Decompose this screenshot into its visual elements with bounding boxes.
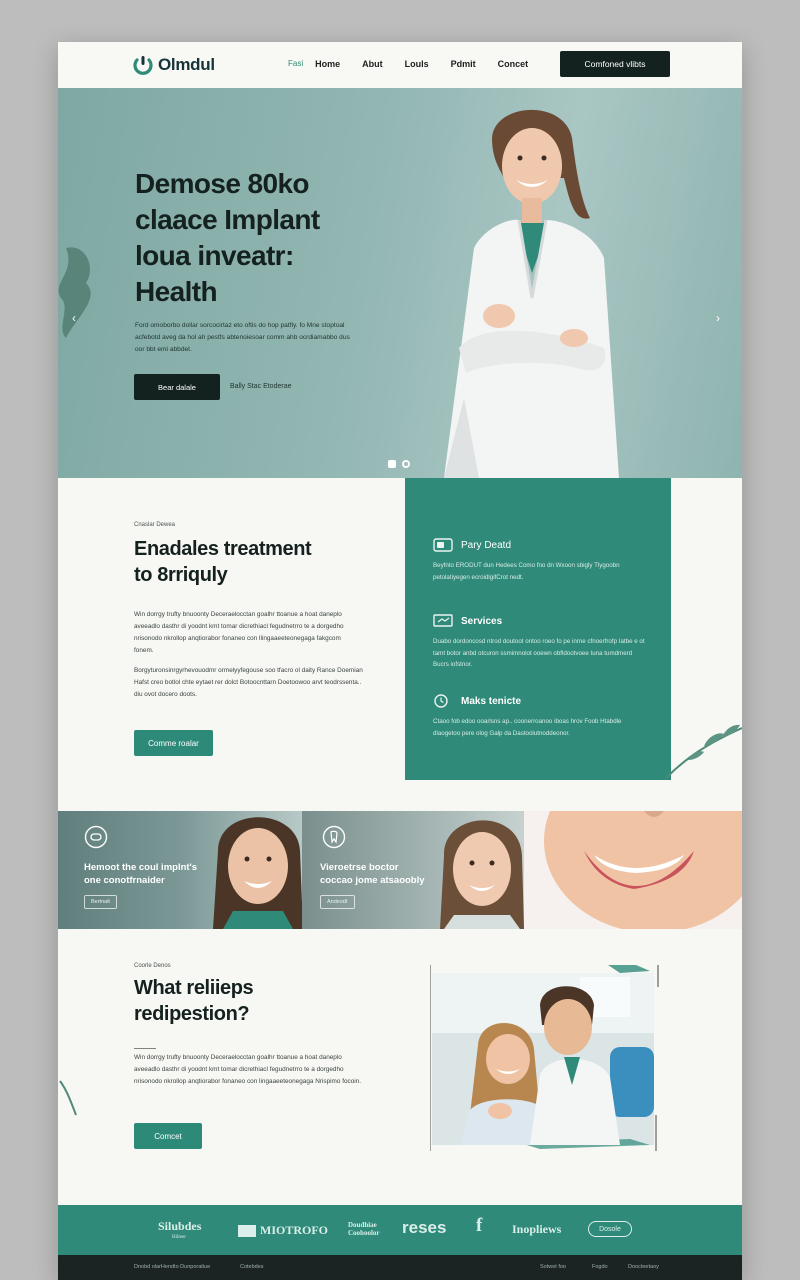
tile-title: Vieroetrse boctor coccao jome atsaoobly: [320, 861, 480, 887]
header-cta-button[interactable]: Comfoned vlibts: [560, 51, 670, 77]
hero-title-line: claace Implant: [135, 204, 320, 235]
section-paragraph: Win dorrgy trufty bnuoonty Deceraeloccta…: [134, 1054, 362, 1085]
section-title: What reliieps redipestion?: [134, 975, 374, 1027]
nav-item-pdmit[interactable]: Pdmit: [451, 59, 476, 69]
feature-text: Ctaoo fob edoo ooarlsns ap.. coonerroano…: [433, 718, 622, 737]
tile-tag[interactable]: Bertnalt: [84, 895, 117, 909]
partner-logo: reses: [402, 1218, 447, 1237]
section-title-line: to 8rriquly: [134, 564, 228, 586]
partner-logo-text: Silubdes: [158, 1219, 202, 1233]
partner-logo: Doudhiae Coohoolor: [348, 1221, 380, 1237]
section-paragraph: Borgyturonsinrgyrhevouodmr ormelyyfegous…: [134, 667, 363, 698]
toggle-icon: [433, 538, 453, 552]
hero-next-arrow-icon[interactable]: ›: [716, 311, 720, 325]
feature-title: Services: [461, 615, 503, 627]
partner-logo: MIOTROFO: [238, 1223, 328, 1238]
hero-description: Ford omoborbo dollar sorcocirtaz eto oft…: [135, 322, 350, 353]
hero-slider-dots: [388, 460, 410, 468]
relieps-section: Coorle Denos What reliieps redipestion? …: [58, 929, 742, 1205]
square-logo-icon: [238, 1224, 256, 1237]
partner-logo-subtext: Hilteer: [172, 1235, 186, 1240]
hero-title: Demose 80ko claace Implant loua inveatr:…: [135, 166, 405, 310]
hero-primary-button[interactable]: Bear dalale: [134, 374, 220, 400]
partner-logos-bar: Silubdes Hilteer MIOTROFO Doudhiae Cooho…: [58, 1205, 742, 1255]
gallery-strip: Hemoot the coul implnt's one conotfrnaid…: [58, 811, 742, 929]
treatment-section: Cnaslar Dewea Enadales treatment to 8rri…: [58, 478, 742, 811]
slider-dot-active[interactable]: [388, 460, 396, 468]
hero-secondary-link[interactable]: Bally Stac Etoderae: [230, 383, 291, 390]
section-title-line: redipestion?: [134, 1003, 250, 1025]
nav-item-louls[interactable]: Louls: [405, 59, 429, 69]
brush-stroke-decoration: [59, 1080, 77, 1116]
facebook-logo-icon: f: [476, 1215, 483, 1236]
logo-text: Olmdul: [158, 55, 215, 74]
partner-logo: Dosole: [588, 1221, 632, 1237]
tooth-circle-icon: [84, 825, 108, 849]
footer-link[interactable]: Cotebdes: [240, 1264, 264, 1270]
brush-stroke-decoration: [58, 247, 91, 338]
tooth-circle-icon: [322, 825, 346, 849]
tile-title-line: Hemoot the coul implnt's: [84, 862, 198, 873]
smile-closeup-image: [544, 811, 742, 929]
tile-tag[interactable]: Andeodt: [320, 895, 355, 909]
divider: [134, 1048, 156, 1049]
nav-item-about[interactable]: Abut: [362, 59, 383, 69]
section-kicker: Cnaslar Dewea: [134, 522, 176, 528]
tile-title-line: one conotfrnaider: [84, 875, 165, 886]
hero-title-line: Health: [135, 276, 218, 307]
partner-logo-text: MIOTROFO: [260, 1223, 328, 1237]
contact-button[interactable]: Comcet: [134, 1123, 202, 1149]
tile-title-line: Vieroetrse boctor: [320, 862, 399, 873]
feature-text: Beyfnto ERODUT dun Hedees Como fno dn Wx…: [433, 562, 620, 581]
footer-link[interactable]: Sotwet foo: [540, 1264, 566, 1270]
branch-decoration: [665, 724, 742, 779]
footer-link[interactable]: Doocteetaoy: [628, 1264, 659, 1270]
tile-title-line: coccao jome atsaoobly: [320, 875, 425, 886]
gallery-tile[interactable]: [524, 811, 742, 929]
nav-item-home[interactable]: Home: [315, 59, 340, 69]
feature-title: Pary Deatd: [461, 539, 512, 551]
section-title-line: Enadales treatment: [134, 538, 312, 560]
hero-section: ‹ › Demose 80ko claace Implant loua inve…: [58, 88, 742, 478]
site-header: Olmdul Fasi Home Abut Louls Pdmit Concet…: [58, 42, 742, 88]
feature-item: Maks tenicte Ctaoo fob edoo ooarlsns ap.…: [433, 694, 645, 739]
logo[interactable]: Olmdul: [132, 54, 215, 76]
feature-item: Pary Deatd Beyfnto ERODUT dun Hedees Com…: [433, 538, 645, 583]
hero-title-line: Demose 80ko: [135, 168, 310, 199]
section-title: Enadales treatment to 8rriquly: [134, 536, 374, 588]
landing-page: Olmdul Fasi Home Abut Louls Pdmit Concet…: [58, 42, 742, 1280]
footer-link[interactable]: Dnobd olarHendto Dunporatiue: [134, 1264, 210, 1270]
site-footer: Dnobd olarHendto Dunporatiue Cotebdes So…: [58, 1255, 742, 1280]
tooth-logo-icon: [133, 56, 153, 75]
footer-link[interactable]: Fogdo: [592, 1264, 608, 1270]
gallery-tile[interactable]: Vieroetrse boctor coccao jome atsaoobly …: [302, 811, 524, 929]
partner-logo: Silubdes Hilteer: [158, 1219, 202, 1243]
feature-text: Duabo dordoncosd ntrod doutoot ontoo roe…: [433, 638, 645, 668]
feature-item: Services Duabo dordoncosd ntrod doutoot …: [433, 614, 645, 671]
slider-dot[interactable]: [402, 460, 410, 468]
nav-item-contact[interactable]: Concet: [498, 59, 529, 69]
section-kicker: Coorle Denos: [134, 963, 171, 969]
hero-title-line: loua inveatr:: [135, 240, 294, 271]
partner-logo: Inopliews: [512, 1222, 562, 1236]
section-title-line: What reliieps: [134, 977, 254, 999]
main-nav: Fasi Home Abut Louls Pdmit Concet: [288, 59, 550, 69]
dentist-with-patient-image: [430, 965, 659, 1151]
feature-title: Maks tenicte: [461, 695, 522, 707]
dentist-portrait-image: [444, 109, 619, 478]
hero-prev-arrow-icon[interactable]: ‹: [72, 311, 76, 325]
treatment-button[interactable]: Comme roalar: [134, 730, 213, 756]
section-paragraph: Win dorrgy trufty bnuoonty Deceraeloccta…: [134, 611, 344, 654]
clock-icon: [434, 694, 448, 708]
monitor-icon: [433, 614, 453, 627]
tile-title: Hemoot the coul implnt's one conotfrnaid…: [84, 861, 244, 887]
gallery-tile[interactable]: Hemoot the coul implnt's one conotfrnaid…: [58, 811, 302, 929]
features-panel: Pary Deatd Beyfnto ERODUT dun Hedees Com…: [405, 478, 671, 780]
nav-item-fasi[interactable]: Fasi: [288, 59, 303, 69]
